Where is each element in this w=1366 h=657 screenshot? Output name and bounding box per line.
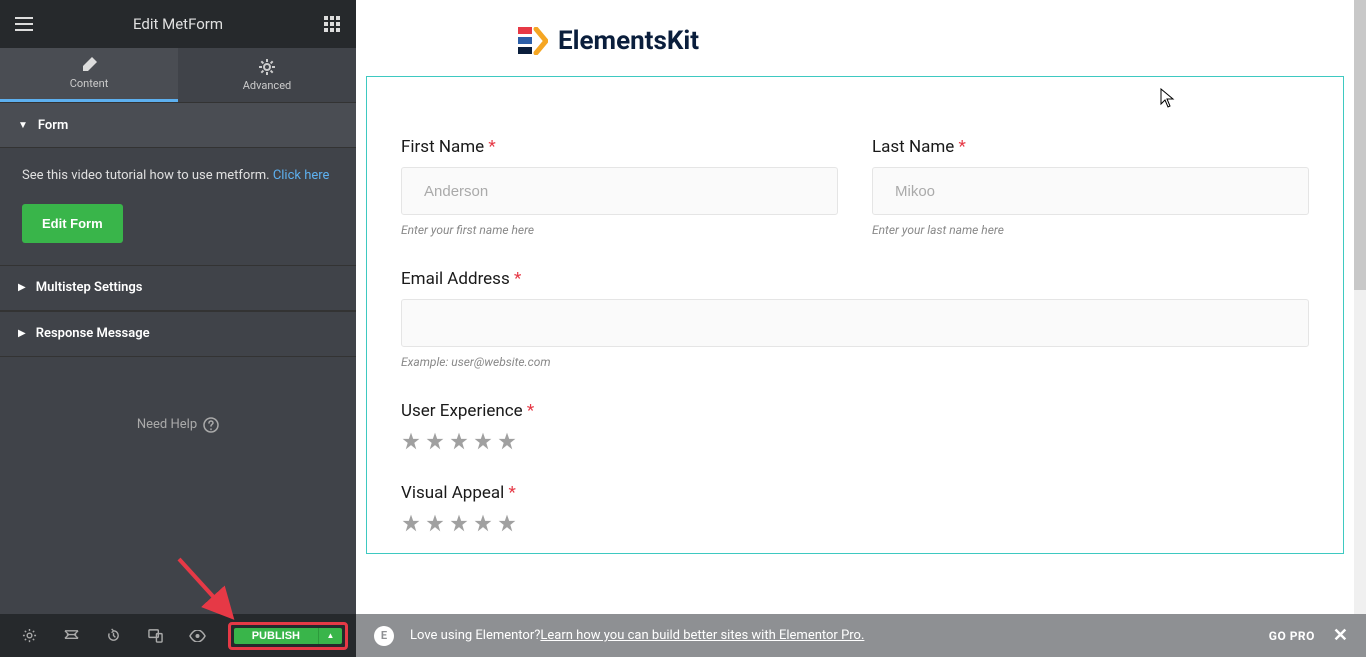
star-icon[interactable] bbox=[449, 513, 469, 533]
tutorial-link[interactable]: Click here bbox=[273, 168, 330, 183]
elementor-icon: E bbox=[374, 626, 394, 646]
star-icon[interactable] bbox=[425, 513, 445, 533]
tab-advanced[interactable]: Advanced bbox=[178, 48, 356, 102]
first-name-input[interactable] bbox=[401, 167, 838, 215]
field-label: First Name * bbox=[401, 137, 838, 157]
star-icon[interactable] bbox=[473, 431, 493, 451]
star-icon[interactable] bbox=[497, 513, 517, 533]
last-name-field: Last Name * Enter your last name here bbox=[872, 137, 1309, 237]
publish-button[interactable]: PUBLISH bbox=[234, 628, 318, 644]
section-form[interactable]: ▼ Form bbox=[0, 102, 356, 148]
logo-text: ElementsKit bbox=[558, 26, 699, 56]
sidebar: Edit MetForm Content Advanced ▼ Form See… bbox=[0, 0, 356, 614]
star-icon[interactable] bbox=[473, 513, 493, 533]
logo: ElementsKit bbox=[356, 0, 1354, 76]
settings-icon[interactable] bbox=[8, 614, 50, 657]
email-field: Email Address * Example: user@website.co… bbox=[401, 269, 1309, 369]
field-help: Enter your last name here bbox=[872, 223, 1309, 237]
publish-dropdown[interactable]: ▲ bbox=[318, 628, 342, 644]
star-icon[interactable] bbox=[425, 431, 445, 451]
field-label: Visual Appeal * bbox=[401, 483, 1309, 503]
preview-icon[interactable] bbox=[176, 614, 218, 657]
tab-label: Content bbox=[70, 77, 109, 90]
caret-right-icon: ▶ bbox=[18, 282, 26, 293]
need-help[interactable]: Need Help bbox=[0, 417, 356, 433]
hamburger-icon[interactable] bbox=[14, 14, 34, 34]
elementskit-logo-icon bbox=[518, 27, 548, 55]
gear-icon bbox=[259, 59, 275, 75]
field-label: Email Address * bbox=[401, 269, 1309, 289]
publish-highlight: PUBLISH ▲ bbox=[228, 622, 348, 650]
star-icon[interactable] bbox=[401, 513, 421, 533]
rating-stars[interactable] bbox=[401, 513, 1309, 533]
navigator-icon[interactable] bbox=[50, 614, 92, 657]
history-icon[interactable] bbox=[92, 614, 134, 657]
panel-title: Edit MetForm bbox=[133, 15, 223, 33]
bottom-toolbar-left: PUBLISH ▲ bbox=[0, 614, 356, 657]
help-circle-icon bbox=[203, 417, 219, 433]
rating-stars[interactable] bbox=[401, 431, 1309, 451]
section-title: Multistep Settings bbox=[36, 280, 143, 295]
edit-form-button[interactable]: Edit Form bbox=[22, 204, 123, 243]
panel-tabs: Content Advanced bbox=[0, 48, 356, 102]
user-experience-field: User Experience * bbox=[401, 401, 1309, 451]
section-title: Form bbox=[38, 118, 68, 133]
scrollbar-thumb[interactable] bbox=[1354, 0, 1366, 290]
section-title: Response Message bbox=[36, 326, 150, 341]
field-label: User Experience * bbox=[401, 401, 1309, 421]
canvas-preview: ElementsKit First Name * Enter your firs… bbox=[356, 0, 1354, 614]
visual-appeal-field: Visual Appeal * bbox=[401, 483, 1309, 533]
scrollbar[interactable] bbox=[1354, 0, 1366, 614]
tab-content[interactable]: Content bbox=[0, 48, 178, 102]
caret-down-icon: ▼ bbox=[18, 120, 28, 131]
promo-text: Love using Elementor? bbox=[410, 628, 540, 643]
go-pro-button[interactable]: GO PRO bbox=[1269, 629, 1315, 643]
first-name-field: First Name * Enter your first name here bbox=[401, 137, 838, 237]
field-help: Enter your first name here bbox=[401, 223, 838, 237]
star-icon[interactable] bbox=[449, 431, 469, 451]
responsive-icon[interactable] bbox=[134, 614, 176, 657]
pencil-icon bbox=[81, 57, 97, 73]
close-icon[interactable]: ✕ bbox=[1333, 625, 1348, 646]
field-label: Last Name * bbox=[872, 137, 1309, 157]
section-response[interactable]: ▶ Response Message bbox=[0, 311, 356, 357]
tab-label: Advanced bbox=[243, 79, 291, 92]
star-icon[interactable] bbox=[497, 431, 517, 451]
caret-right-icon: ▶ bbox=[18, 328, 26, 339]
section-form-body: See this video tutorial how to use metfo… bbox=[0, 148, 356, 265]
apps-grid-icon[interactable] bbox=[322, 14, 342, 34]
last-name-input[interactable] bbox=[872, 167, 1309, 215]
star-icon[interactable] bbox=[401, 431, 421, 451]
promo-link[interactable]: Learn how you can build better sites wit… bbox=[540, 628, 864, 643]
email-input[interactable] bbox=[401, 299, 1309, 347]
tutorial-text: See this video tutorial how to use metfo… bbox=[22, 166, 334, 186]
form-widget[interactable]: First Name * Enter your first name here … bbox=[366, 76, 1344, 554]
sidebar-header: Edit MetForm bbox=[0, 0, 356, 48]
field-help: Example: user@website.com bbox=[401, 355, 1309, 369]
bottom-promo-bar: E Love using Elementor? Learn how you ca… bbox=[356, 614, 1366, 657]
section-multistep[interactable]: ▶ Multistep Settings bbox=[0, 265, 356, 311]
